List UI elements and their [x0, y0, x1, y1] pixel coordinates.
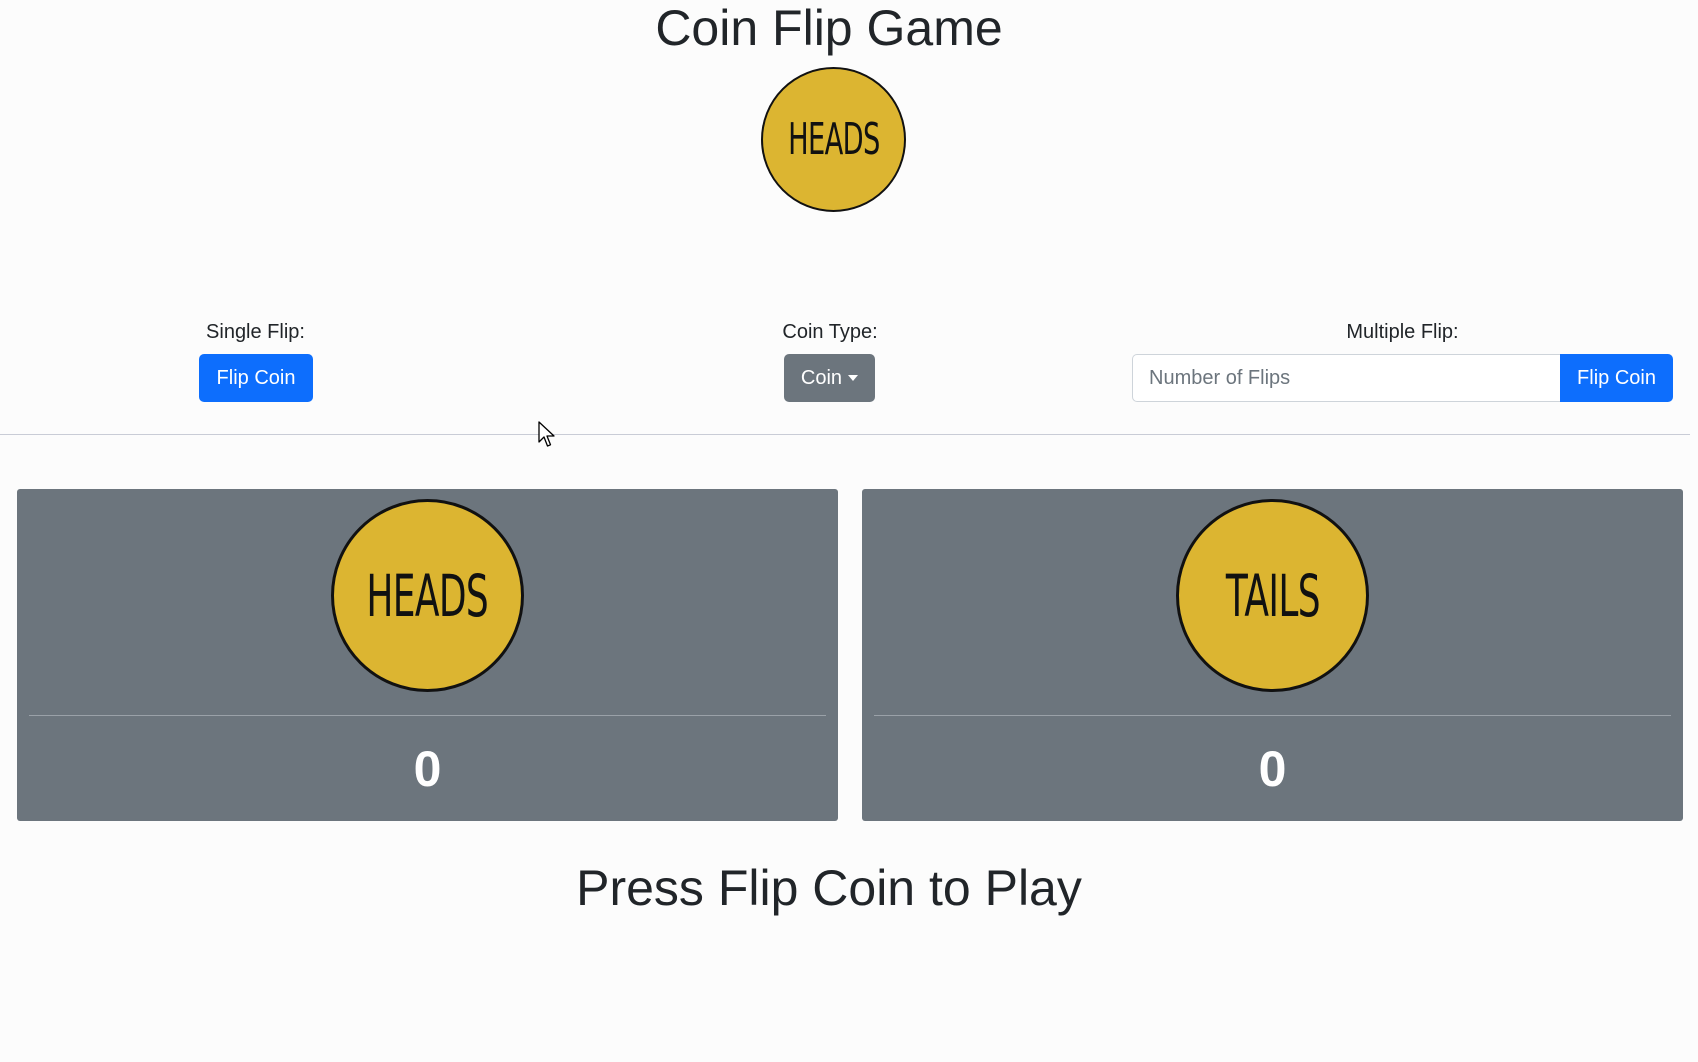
tails-coin-face: TAILS	[1225, 561, 1320, 630]
tails-result-card: TAILS 0	[862, 489, 1683, 821]
coin-type-dropdown[interactable]: Coin	[784, 354, 875, 402]
multiple-flip-label: Multiple Flip:	[1346, 321, 1459, 343]
main-coin-image: HEADS	[761, 67, 906, 212]
tails-count: 0	[1258, 741, 1287, 797]
number-of-flips-input[interactable]	[1132, 354, 1560, 402]
status-message: Press Flip Coin to Play	[576, 860, 1082, 916]
main-coin-face: HEADS	[787, 114, 880, 165]
coin-type-label: Coin Type:	[782, 321, 878, 343]
heads-count: 0	[413, 741, 442, 797]
heads-coin-image: HEADS	[331, 499, 524, 692]
coin-flip-page: Coin Flip Game HEADS Single Flip: Flip C…	[0, 0, 1698, 1062]
section-divider	[0, 434, 1690, 435]
tails-coin-image: TAILS	[1176, 499, 1369, 692]
single-flip-label: Single Flip:	[206, 321, 305, 343]
single-flip-button[interactable]: Flip Coin	[199, 354, 313, 402]
tails-card-divider	[874, 715, 1671, 716]
heads-card-divider	[29, 715, 826, 716]
page-title: Coin Flip Game	[655, 0, 1003, 56]
mouse-pointer-icon	[538, 421, 555, 447]
coin-type-dropdown-label: Coin	[800, 366, 843, 389]
caret-down-icon	[848, 375, 859, 381]
heads-result-card: HEADS 0	[17, 489, 838, 821]
multiple-flip-button[interactable]: Flip Coin	[1560, 354, 1673, 402]
heads-coin-face: HEADS	[366, 561, 489, 630]
